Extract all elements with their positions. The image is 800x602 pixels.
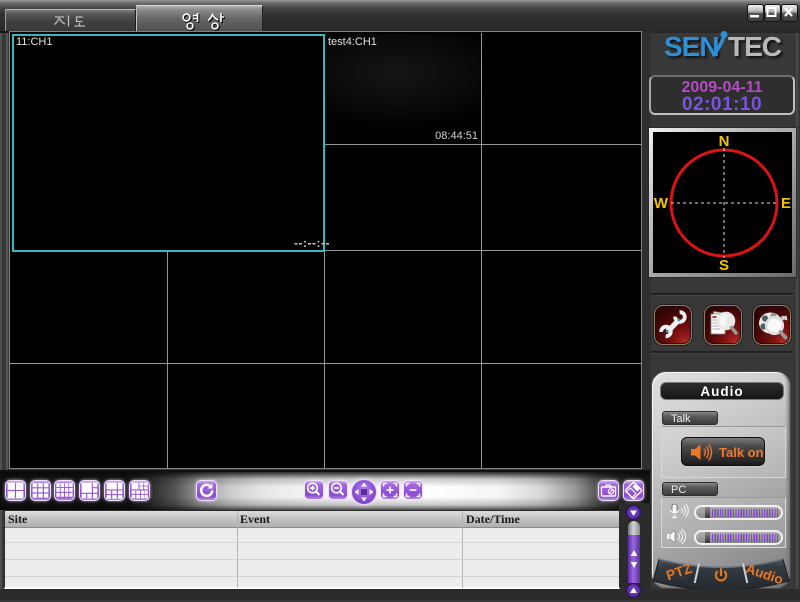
svg-text:N: N: [719, 133, 730, 150]
svg-text:SEN: SEN: [664, 31, 719, 61]
svg-text:TEC: TEC: [728, 31, 782, 61]
svg-text:W: W: [654, 195, 669, 212]
svg-text:E: E: [781, 195, 791, 212]
svg-text:S: S: [719, 257, 729, 273]
